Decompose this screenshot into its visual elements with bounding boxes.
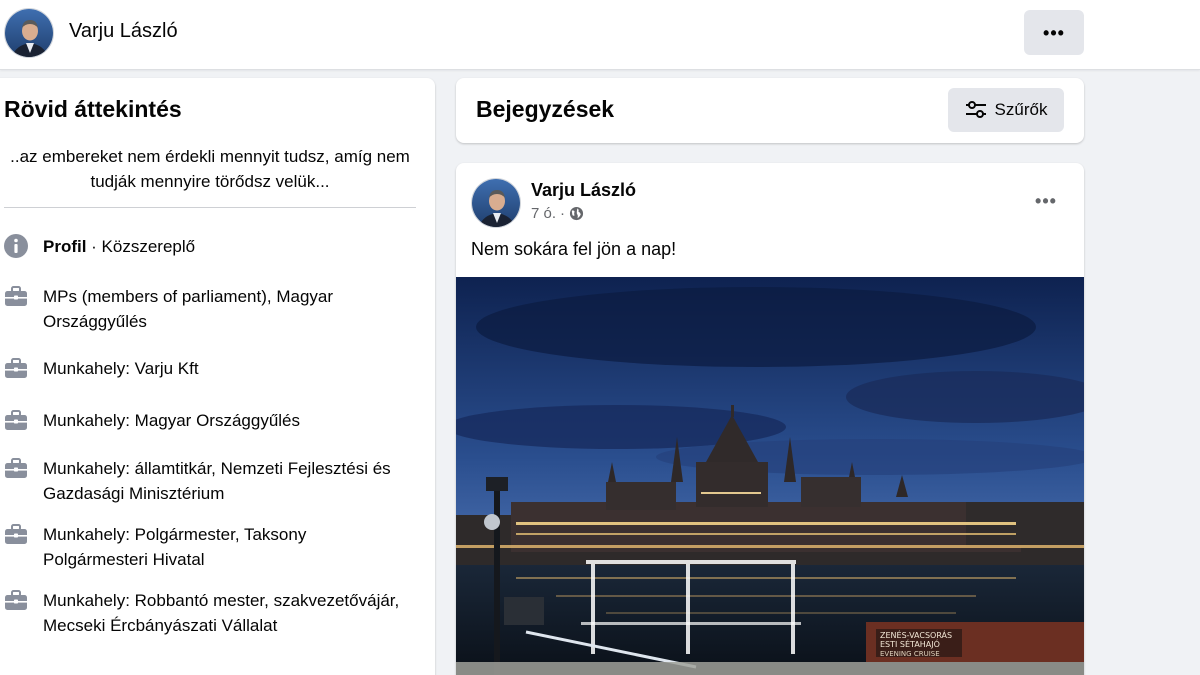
intro-item-text: Munkahely: államtitkár, Nemzeti Fejleszt… [43,459,391,503]
intro-item-text: MPs (members of parliament), Magyar Orsz… [43,287,334,331]
post-author-avatar[interactable] [471,178,521,228]
posts-header-card: Bejegyzések Szűrők [456,78,1084,143]
intro-title: Rövid áttekintés [4,96,182,122]
post-card: Varju László 7 ó. · ••• Nem sokára fel j… [456,163,1084,675]
intro-bio: ..az embereket nem érdekli mennyit tudsz… [10,147,410,191]
post-photo[interactable]: ZENÉS-VACSORÁS ESTI SÉTAHAJÓ EVENING CRU… [456,277,1084,675]
post-options-button[interactable]: ••• [1028,187,1064,215]
globe-icon [569,206,584,221]
profile-avatar[interactable] [4,8,54,58]
profile-label: Profil [43,237,87,256]
page-top-bar: Varju László ••• [0,0,1200,70]
briefcase-icon [5,590,27,610]
intro-card: Rövid áttekintés ..az embereket nem érde… [0,78,435,675]
intro-item-text: Munkahely: Varju Kft [43,359,199,378]
briefcase-icon [5,458,27,478]
photo-sign-line2: ESTI SÉTAHAJÓ [880,638,940,649]
profile-name: Varju László [69,20,178,42]
filters-label: Szűrők [994,100,1048,119]
briefcase-icon [5,410,27,430]
photo-sign-line1: ZENÉS-VACSORÁS [880,629,952,640]
post-timestamp[interactable]: 7 ó. [531,205,556,222]
posts-title: Bejegyzések [476,96,615,122]
info-icon [4,234,28,258]
briefcase-icon [5,524,27,544]
more-dots-icon: ••• [1035,191,1057,211]
filters-button[interactable]: Szűrők [948,88,1064,132]
more-options-button[interactable]: ••• [1024,10,1084,55]
sliders-icon [965,101,986,118]
photo-sign-line3: EVENING CRUISE [880,650,940,658]
intro-item-text: Munkahely: Magyar Országgyűlés [43,411,301,430]
intro-item-text: Munkahely: Robbantó mester, szakvezetővá… [43,591,400,635]
more-dots-icon: ••• [1043,22,1065,43]
intro-divider [4,207,416,208]
briefcase-icon [5,286,27,306]
meta-separator: · [560,205,566,222]
post-meta: 7 ó. · [531,205,584,222]
post-text: Nem sokára fel jön a nap! [471,239,677,259]
intro-item-text: Munkahely: Polgármester, Taksony Polgárm… [43,525,307,569]
briefcase-icon [5,358,27,378]
profile-category: · Közszereplő [86,237,196,256]
post-author-name[interactable]: Varju László [531,180,636,201]
